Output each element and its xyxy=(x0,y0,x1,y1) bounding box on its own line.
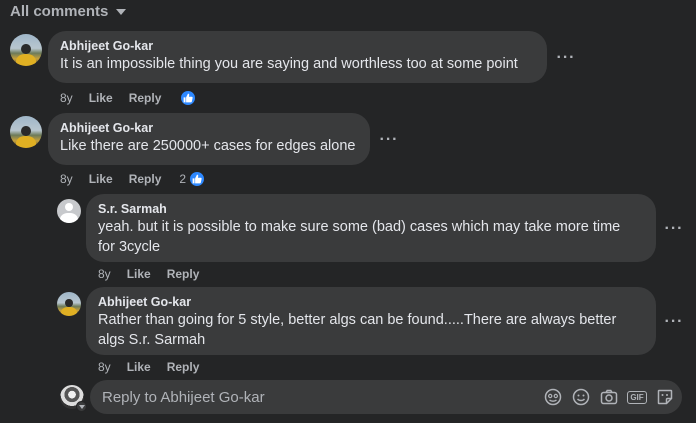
reaction-summary[interactable]: 2 xyxy=(179,170,207,188)
sticker-icon[interactable] xyxy=(656,388,674,406)
comment-author[interactable]: Abhijeet Go-kar xyxy=(60,38,535,54)
avatar[interactable] xyxy=(57,292,81,316)
reply-link[interactable]: Reply xyxy=(129,172,162,186)
camera-icon[interactable] xyxy=(600,388,618,406)
comment-text: It is an impossible thing you are saying… xyxy=(60,56,518,72)
all-comments-label: All comments xyxy=(10,2,109,20)
gif-label: GIF xyxy=(627,390,647,404)
comment-author[interactable]: Abhijeet Go-kar xyxy=(60,120,358,136)
reaction-count: 2 xyxy=(179,172,187,186)
more-options-icon[interactable]: ··· xyxy=(662,217,686,241)
thumbs-up-icon xyxy=(179,89,198,107)
reply-actions: 8y Like Reply xyxy=(98,267,215,281)
reply-link[interactable]: Reply xyxy=(167,267,200,281)
composer-toolbar: GIF xyxy=(544,388,682,406)
like-link[interactable]: Like xyxy=(127,360,151,374)
more-options-icon[interactable]: ··· xyxy=(554,46,578,70)
comment-bubble: Abhijeet Go-kar Like there are 250000+ c… xyxy=(48,113,370,165)
reply-link[interactable]: Reply xyxy=(129,91,162,105)
smile-icon[interactable] xyxy=(572,388,590,406)
reply-composer: GIF xyxy=(90,380,682,414)
avatar[interactable] xyxy=(57,199,81,223)
reply-timestamp[interactable]: 8y xyxy=(98,267,111,281)
comment-text: Like there are 250000+ cases for edges a… xyxy=(60,138,356,154)
reply-link[interactable]: Reply xyxy=(167,360,200,374)
comment-actions: 8y Like Reply xyxy=(60,89,198,107)
like-link[interactable]: Like xyxy=(127,267,151,281)
like-link[interactable]: Like xyxy=(89,91,113,105)
more-options-icon[interactable]: ··· xyxy=(662,310,686,334)
caret-down-icon xyxy=(116,9,127,15)
comment-timestamp[interactable]: 8y xyxy=(60,172,73,186)
gif-icon[interactable]: GIF xyxy=(627,388,647,406)
reply-text-line: yeah. but it is possible to make sure so… xyxy=(98,219,621,235)
current-user-avatar[interactable] xyxy=(60,385,87,412)
chevron-down-icon[interactable] xyxy=(76,401,87,412)
more-options-icon[interactable]: ··· xyxy=(377,128,401,152)
reply-author[interactable]: S.r. Sarmah xyxy=(98,201,644,217)
reply-text-line: Rather than going for 5 style, better al… xyxy=(98,312,617,328)
comment-bubble: Abhijeet Go-kar It is an impossible thin… xyxy=(48,31,547,83)
emoji-icon[interactable] xyxy=(544,388,562,406)
reply-bubble: S.r. Sarmah yeah. but it is possible to … xyxy=(86,194,656,262)
reaction-summary[interactable] xyxy=(179,89,198,107)
comment-actions: 8y Like Reply 2 xyxy=(60,170,207,188)
reply-input[interactable] xyxy=(90,388,544,406)
reply-author[interactable]: Abhijeet Go-kar xyxy=(98,294,644,310)
reply-text-line: for 3cycle xyxy=(98,239,161,255)
avatar[interactable] xyxy=(10,34,42,66)
avatar[interactable] xyxy=(10,116,42,148)
reply-text-line: algs S.r. Sarmah xyxy=(98,332,206,348)
thumbs-up-icon xyxy=(188,170,207,188)
reply-actions: 8y Like Reply xyxy=(98,360,215,374)
reply-bubble: Abhijeet Go-kar Rather than going for 5 … xyxy=(86,287,656,355)
all-comments-filter[interactable]: All comments xyxy=(10,0,127,22)
comment-timestamp[interactable]: 8y xyxy=(60,91,73,105)
reply-timestamp[interactable]: 8y xyxy=(98,360,111,374)
like-link[interactable]: Like xyxy=(89,172,113,186)
